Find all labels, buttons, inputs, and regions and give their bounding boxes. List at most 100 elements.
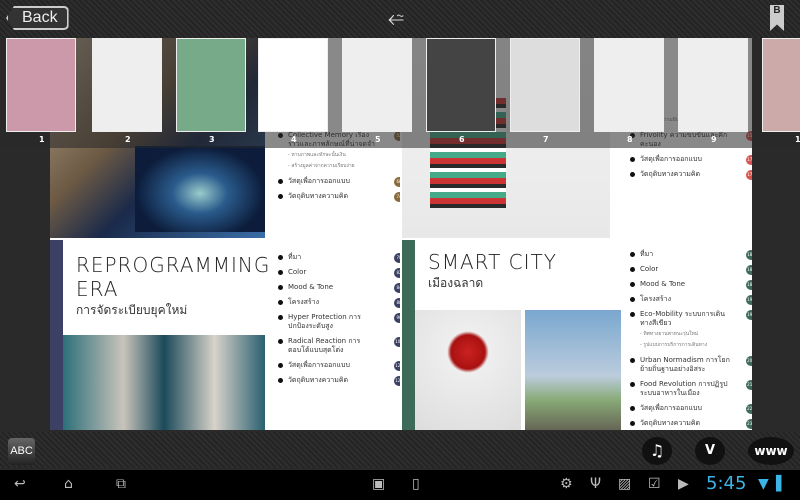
page-badge: 90 — [394, 313, 400, 323]
page-badge: 186 — [746, 280, 752, 290]
toc-item[interactable]: Food Revolution การปฏิรูประบบอาหารในเมือ… — [630, 380, 752, 398]
page-badge: 218 — [746, 380, 752, 390]
page-thumbnail[interactable] — [426, 38, 496, 132]
nav-home-icon[interactable]: ⌂ — [64, 476, 73, 492]
apples-image — [415, 310, 521, 430]
toc-item[interactable]: โครงสร้าง 88 — [278, 298, 400, 308]
toc-item[interactable]: วัสดุเพื่อการออกแบบ 68 — [278, 177, 400, 187]
page-thumbnail[interactable] — [762, 38, 800, 132]
toc-item[interactable]: Color 82 — [278, 268, 400, 278]
section-stripe — [50, 240, 63, 430]
share-icon[interactable]: ⭉ — [388, 6, 404, 30]
toc-item[interactable]: - รูปแบบการบริการการเดินทาง — [630, 341, 752, 350]
page-badge: 68 — [394, 177, 400, 187]
toc-label: ที่มา — [288, 253, 302, 261]
toc-item[interactable]: วัตถุดิบทางความคิด 126 — [278, 376, 400, 386]
web-button[interactable]: www — [748, 437, 794, 465]
battery-icon: ▌ — [776, 476, 787, 492]
toc-item[interactable]: วัสดุเพื่อการออกแบบ 170 — [630, 155, 752, 165]
toc-label: Color — [288, 268, 307, 276]
toc-label: โครงสร้าง — [288, 298, 320, 306]
toc-label: Hyper Protection การปกป้องระดับสูง — [288, 313, 361, 330]
page-badge: 88 — [394, 298, 400, 308]
page-thumbnail[interactable] — [92, 38, 162, 132]
system-bar: ↩ ⌂ ⧉ ▣ ▯ ⚙ Ψ ▨ ☑ ▶ 5:45 ▼ ▌ — [0, 470, 800, 500]
thumbnail-number: 3 — [209, 135, 215, 144]
video-button[interactable]: V — [695, 437, 725, 465]
page-badge: 234 — [746, 419, 752, 429]
toc-right: ที่มา 180 Color 184 Mood & Tone 186 โครงสร้าง 1… — [630, 250, 752, 430]
wifi-icon: ▼ — [758, 476, 769, 492]
screenshot-icon[interactable]: ▣ — [372, 476, 385, 492]
music-button[interactable]: ♫ — [642, 437, 672, 465]
toc-label: Mood & Tone — [288, 283, 334, 291]
toc-item[interactable]: Eco-Mobility ระบบการเดินทางสีเขียว 192 — [630, 310, 752, 328]
back-button[interactable]: Back — [6, 6, 69, 30]
toc-item[interactable]: Urban Normadism การโยกย้ายถิ่นฐานอย่างอิ… — [630, 356, 752, 374]
toc-item[interactable]: ที่มา 180 — [630, 250, 752, 260]
page-badge: 206 — [746, 356, 752, 366]
page-thumbnail[interactable] — [6, 38, 76, 132]
toc-item[interactable]: วัสดุเพื่อการออกแบบ 120 — [278, 361, 400, 371]
toc-label: Urban Normadism การโยกย้ายถิ่นฐานอย่างอิ… — [640, 356, 730, 373]
toc-label: วัตถุดิบทางความคิด — [640, 170, 701, 178]
page-thumbnail[interactable] — [678, 38, 748, 132]
toc-label: Eco-Mobility ระบบการเดินทางสีเขียว — [640, 310, 725, 327]
toc-item[interactable]: วัตถุดิบทางความคิด 176 — [630, 170, 752, 180]
toc-label: Color — [640, 265, 659, 273]
toc-item[interactable]: Color 184 — [630, 265, 752, 275]
page-thumbnail[interactable] — [342, 38, 412, 132]
usb-icon: Ψ — [590, 476, 602, 492]
toc-label: วัสดุเพื่อการออกแบบ — [288, 177, 350, 185]
ufo-image — [135, 146, 265, 232]
toc-label: - หาบภาพและทักษะนั้นเงิน — [288, 152, 346, 158]
page-badge: 74 — [394, 192, 400, 202]
page-badge: 82 — [394, 268, 400, 278]
toc-item[interactable]: วัตถุดิบทางความคิด 74 — [278, 192, 400, 202]
building-image — [525, 310, 621, 430]
thumbnail-strip[interactable]: 1 2 3 4 5 6 7 8 9 10 — [0, 38, 800, 148]
toc-item[interactable]: ที่มา 78 — [278, 253, 400, 263]
toc-label: - สร้างมูลค่าจากความเรียบง่าย — [288, 163, 355, 169]
nav-back-icon[interactable]: ↩ — [14, 476, 26, 492]
toc-item[interactable]: - ทิศทางยานพาหนะรุ่นใหม่ — [630, 330, 752, 339]
thumbnail-number: 6 — [459, 135, 465, 144]
page-badge: 184 — [746, 265, 752, 275]
toc-label: Food Revolution การปฏิรูประบบอาหารในเมือ… — [640, 380, 728, 397]
toc-item[interactable]: วัสดุเพื่อการออกแบบ 228 — [630, 404, 752, 414]
toc-label: วัตถุดิบทางความคิด — [288, 376, 349, 384]
page-badge: 170 — [746, 155, 752, 165]
toc-item[interactable]: Mood & Tone 84 — [278, 283, 400, 293]
page-thumbnail[interactable] — [258, 38, 328, 132]
page-thumbnail[interactable] — [594, 38, 664, 132]
toc-item[interactable]: - สร้างมูลค่าจากความเรียบง่าย — [278, 162, 400, 171]
abc-button[interactable]: ABC — [8, 438, 35, 465]
section-subtitle: เมืองฉลาด — [428, 276, 484, 290]
debug-icon: ⚙ — [560, 476, 573, 492]
toc-label: วัตถุดิบทางความคิด — [288, 192, 349, 200]
toc-item[interactable]: วัตถุดิบทางความคิด 234 — [630, 419, 752, 429]
toc-item[interactable]: Radical Reaction การตอบโต้แบบสุดโต่ง 104 — [278, 337, 400, 355]
page-thumbnail[interactable] — [176, 38, 246, 132]
page-badge: 180 — [746, 250, 752, 260]
title-text: REPROGRAMMING ERA — [76, 253, 271, 301]
toc-label: วัสดุเพื่อการออกแบบ — [288, 361, 350, 369]
thumbnail-number: 2 — [125, 135, 131, 144]
toc-label: วัสดุเพื่อการออกแบบ — [640, 155, 702, 163]
page-badge: 228 — [746, 404, 752, 414]
toc-label: - ทิศทางยานพาหนะรุ่นใหม่ — [640, 331, 699, 337]
bookmark-button[interactable]: B — [770, 5, 784, 31]
nav-recents-icon[interactable]: ⧉ — [116, 476, 126, 492]
page-badge: 126 — [394, 376, 400, 386]
device-icon: ▯ — [412, 476, 420, 492]
toc-item[interactable]: Mood & Tone 186 — [630, 280, 752, 290]
toc-item[interactable]: Hyper Protection การปกป้องระดับสูง 90 — [278, 313, 400, 331]
toc-label: Radical Reaction การตอบโต้แบบสุดโต่ง — [288, 337, 361, 354]
thumbnail-number: 7 — [543, 135, 549, 144]
download-done-icon: ☑ — [648, 476, 661, 492]
toc-item[interactable]: โครงสร้าง 190 — [630, 295, 752, 305]
gallery-icon: ▨ — [618, 476, 632, 492]
page-thumbnail[interactable] — [510, 38, 580, 132]
faces-image — [63, 335, 265, 430]
toc-item[interactable]: - หาบภาพและทักษะนั้นเงิน — [278, 151, 400, 160]
